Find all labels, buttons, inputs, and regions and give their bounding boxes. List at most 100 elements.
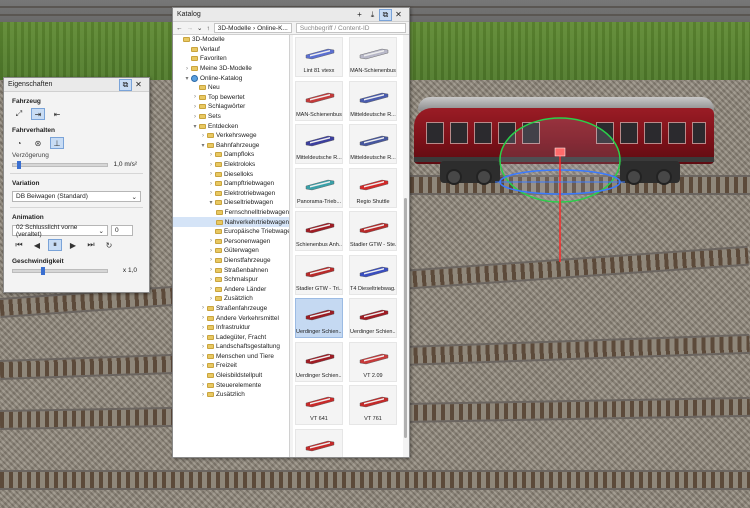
- brake-icon[interactable]: ⊛: [31, 137, 45, 149]
- chevron-right-icon[interactable]: ›: [207, 296, 215, 302]
- chevron-right-icon[interactable]: ›: [199, 315, 207, 321]
- tree-node[interactable]: › Dieselloks: [173, 169, 289, 179]
- catalog-item[interactable]: Uerdinger Schien...: [295, 298, 343, 338]
- uncouple-icon[interactable]: ⇤: [50, 108, 64, 120]
- catalog-item[interactable]: [295, 428, 343, 457]
- chevron-right-icon[interactable]: ›: [199, 363, 207, 369]
- tree-node[interactable]: ▾ Entdecken: [173, 121, 289, 131]
- forward-icon[interactable]: →: [187, 25, 194, 32]
- chevron-right-icon[interactable]: ›: [207, 277, 215, 283]
- slider-thumb[interactable]: [16, 161, 21, 169]
- breadcrumb-item[interactable]: 3D-Modelle: [218, 25, 251, 32]
- tree-node[interactable]: Verlauf: [173, 45, 289, 55]
- undock-icon[interactable]: ⧉: [119, 78, 132, 91]
- chevron-right-icon[interactable]: ›: [207, 190, 215, 196]
- tree-node[interactable]: › Andere Verkehrsmittel: [173, 313, 289, 323]
- variation-select[interactable]: DB Beiwagen (Standard) ⌄: [12, 191, 141, 202]
- tree-node[interactable]: › Dampftriebwagen: [173, 179, 289, 189]
- tree-node[interactable]: › Ladegüter, Fracht: [173, 332, 289, 342]
- tree-node[interactable]: › Sets: [173, 112, 289, 122]
- tree-node[interactable]: ▾ Bahnfahrzeuge: [173, 141, 289, 151]
- tree-node[interactable]: › Top bewertet: [173, 93, 289, 103]
- skip-start-icon[interactable]: ⏮: [12, 239, 26, 251]
- tree-node[interactable]: › Personenwagen: [173, 236, 289, 246]
- back-icon[interactable]: ←: [176, 25, 183, 32]
- catalog-item[interactable]: T4 Dieseltriebwag...: [349, 254, 397, 295]
- tree-node[interactable]: › Schlagwörter: [173, 102, 289, 112]
- tree-node[interactable]: › Straßenbahnen: [173, 265, 289, 275]
- catalog-item[interactable]: VT 761: [349, 385, 397, 425]
- deceleration-slider[interactable]: 1,0 m/s²: [12, 161, 141, 169]
- pause-icon[interactable]: ⏸: [48, 239, 62, 251]
- tree-node[interactable]: › Infrastruktur: [173, 323, 289, 333]
- chevron-right-icon[interactable]: ›: [199, 325, 207, 331]
- chevron-right-icon[interactable]: ›: [207, 171, 215, 177]
- chevron-down-icon[interactable]: ▾: [191, 123, 199, 130]
- chevron-right-icon[interactable]: ›: [207, 238, 215, 244]
- tree-node[interactable]: Fernschnelltriebwagen: [173, 208, 289, 218]
- chevron-right-icon[interactable]: ›: [199, 344, 207, 350]
- chevron-right-icon[interactable]: ›: [183, 66, 191, 72]
- chevron-down-icon[interactable]: ▾: [183, 75, 191, 82]
- catalog-item[interactable]: Regio Shuttle: [349, 167, 397, 208]
- catalog-item[interactable]: Panorama-Trieb...: [295, 167, 343, 208]
- tree-node[interactable]: › Menschen und Tiere: [173, 352, 289, 362]
- couple-icon[interactable]: ⇥: [31, 108, 45, 120]
- tree-node[interactable]: › Freizeit: [173, 361, 289, 371]
- chevron-right-icon[interactable]: ›: [199, 382, 207, 388]
- catalog-item[interactable]: VT 641: [295, 385, 343, 425]
- resize-icon[interactable]: ⤢: [12, 108, 26, 120]
- catalog-item[interactable]: MAN-Schienenbus: [349, 37, 397, 77]
- chevron-right-icon[interactable]: ›: [199, 392, 207, 398]
- tree-node[interactable]: › Dampfloks: [173, 150, 289, 160]
- close-icon[interactable]: ✕: [392, 9, 405, 21]
- speedometer-icon[interactable]: ◔: [12, 137, 26, 149]
- loop-icon[interactable]: ↻: [102, 239, 116, 251]
- catalog-item[interactable]: MAN-Schienenbus: [295, 80, 343, 121]
- speed-slider[interactable]: x 1,0: [12, 267, 141, 275]
- chevron-right-icon[interactable]: ›: [199, 334, 207, 340]
- pantograph-icon[interactable]: ⊥: [50, 137, 64, 149]
- chevron-right-icon[interactable]: ›: [191, 104, 199, 110]
- close-icon[interactable]: ✕: [132, 79, 145, 91]
- tree-node[interactable]: ▾ Dieseltriebwagen: [173, 198, 289, 208]
- slider-thumb[interactable]: [40, 267, 45, 275]
- chevron-right-icon[interactable]: ›: [207, 286, 215, 292]
- tree-node[interactable]: Favoriten: [173, 54, 289, 64]
- tree-node[interactable]: › Dienstfahrzeuge: [173, 256, 289, 266]
- tree-node[interactable]: Neu: [173, 83, 289, 93]
- history-chevron-icon[interactable]: ⌄: [197, 24, 202, 32]
- chevron-right-icon[interactable]: ›: [191, 94, 199, 100]
- tree-node[interactable]: › Verkehrswege: [173, 131, 289, 141]
- chevron-right-icon[interactable]: ›: [207, 162, 215, 168]
- tree-node[interactable]: › Elektroloks: [173, 160, 289, 170]
- chevron-right-icon[interactable]: ›: [207, 248, 215, 254]
- search-input[interactable]: Suchbegriff / Content-ID: [295, 23, 406, 33]
- chevron-right-icon[interactable]: ›: [191, 114, 199, 120]
- catalog-item[interactable]: Stadler GTW - Tri...: [295, 254, 343, 295]
- catalog-item[interactable]: VT 2.09: [349, 341, 397, 382]
- catalog-item[interactable]: Mitteldeutsche R...: [349, 124, 397, 164]
- chevron-right-icon[interactable]: ›: [199, 353, 207, 359]
- breadcrumb[interactable]: 3D-Modelle › Online-K...: [213, 23, 292, 33]
- chevron-down-icon[interactable]: ▾: [207, 199, 215, 206]
- up-icon[interactable]: ↑: [206, 25, 209, 32]
- catalog-item[interactable]: Stadler GTW - Ste...: [349, 211, 397, 251]
- grid-scrollbar[interactable]: [404, 198, 407, 438]
- animation-select[interactable]: 02 Schlusslicht vorne (veraltet) ⌄: [12, 224, 108, 238]
- tree-node[interactable]: Nahverkehrtriebwagen: [173, 217, 289, 227]
- tree-node[interactable]: › Landschaftsgestaltung: [173, 342, 289, 352]
- tree-node[interactable]: › Meine 3D-Modelle: [173, 64, 289, 74]
- play-icon[interactable]: ▶: [66, 239, 80, 251]
- tree-node[interactable]: › Straßenfahrzeuge: [173, 304, 289, 314]
- tree-node[interactable]: ▾ Online-Katalog: [173, 73, 289, 83]
- chevron-right-icon[interactable]: ›: [199, 305, 207, 311]
- chevron-right-icon[interactable]: ›: [207, 152, 215, 158]
- catalog-item[interactable]: Uerdinger Schien...: [295, 341, 343, 382]
- chevron-down-icon[interactable]: ▾: [199, 142, 207, 149]
- skip-end-icon[interactable]: ⏭: [84, 239, 98, 251]
- tree-node[interactable]: › Schmalspur: [173, 275, 289, 285]
- undock-icon[interactable]: ⧉: [379, 8, 392, 21]
- tree-node[interactable]: 3D-Modelle: [173, 35, 289, 45]
- tree-node[interactable]: Gleisbildstellpult: [173, 371, 289, 381]
